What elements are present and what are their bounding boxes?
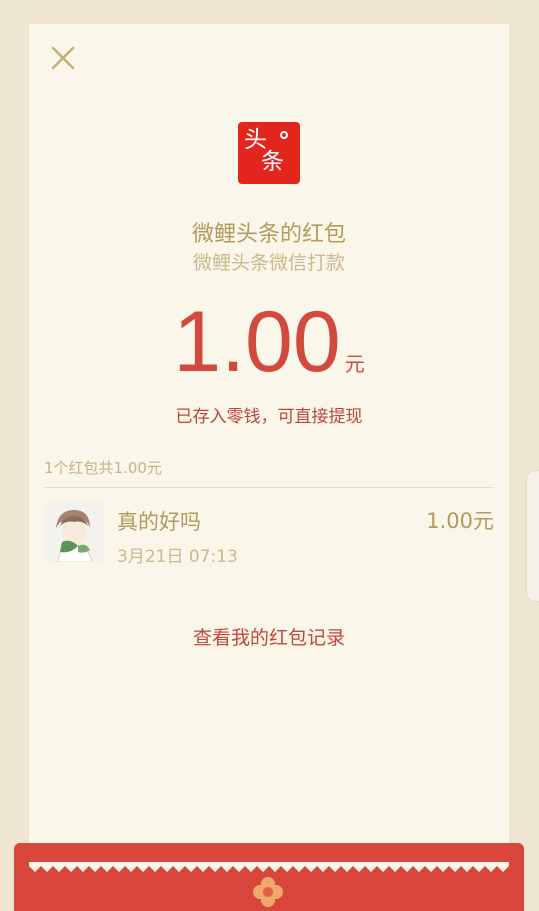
flower-seal-icon xyxy=(253,877,283,907)
packet-summary: 1个红包共1.00元 xyxy=(44,459,162,477)
logo-dot xyxy=(280,131,288,139)
view-records-link[interactable]: 查看我的红包记录 xyxy=(29,623,509,650)
app-logo: 头 条 xyxy=(238,122,300,184)
divider xyxy=(44,487,494,488)
amount-unit: 元 xyxy=(344,352,365,376)
red-packet-detail-card: 头 条 微鲤头条的红包 微鲤头条微信打款 1.00 元 已存入零钱，可直接提现 1… xyxy=(29,24,509,884)
list-item: 真的好吗 3月21日 07:13 1.00元 xyxy=(44,502,494,567)
close-icon[interactable] xyxy=(49,44,77,72)
received-time: 3月21日 07:13 xyxy=(117,547,238,567)
amount-value: 1.00 xyxy=(173,294,341,390)
sender-name: 真的好吗 xyxy=(117,510,201,534)
deposit-note: 已存入零钱，可直接提现 xyxy=(175,407,363,427)
amount-display: 1.00 元 xyxy=(29,292,509,392)
record-amount: 1.00元 xyxy=(426,509,494,533)
envelope-edge xyxy=(29,862,509,872)
sender-title: 微鲤头条的红包 xyxy=(191,222,346,247)
logo-glyph-bottom: 条 xyxy=(261,149,284,175)
avatar xyxy=(44,502,104,562)
side-floating-tab[interactable] xyxy=(526,470,539,602)
sender-subtitle: 微鲤头条微信打款 xyxy=(192,252,345,274)
